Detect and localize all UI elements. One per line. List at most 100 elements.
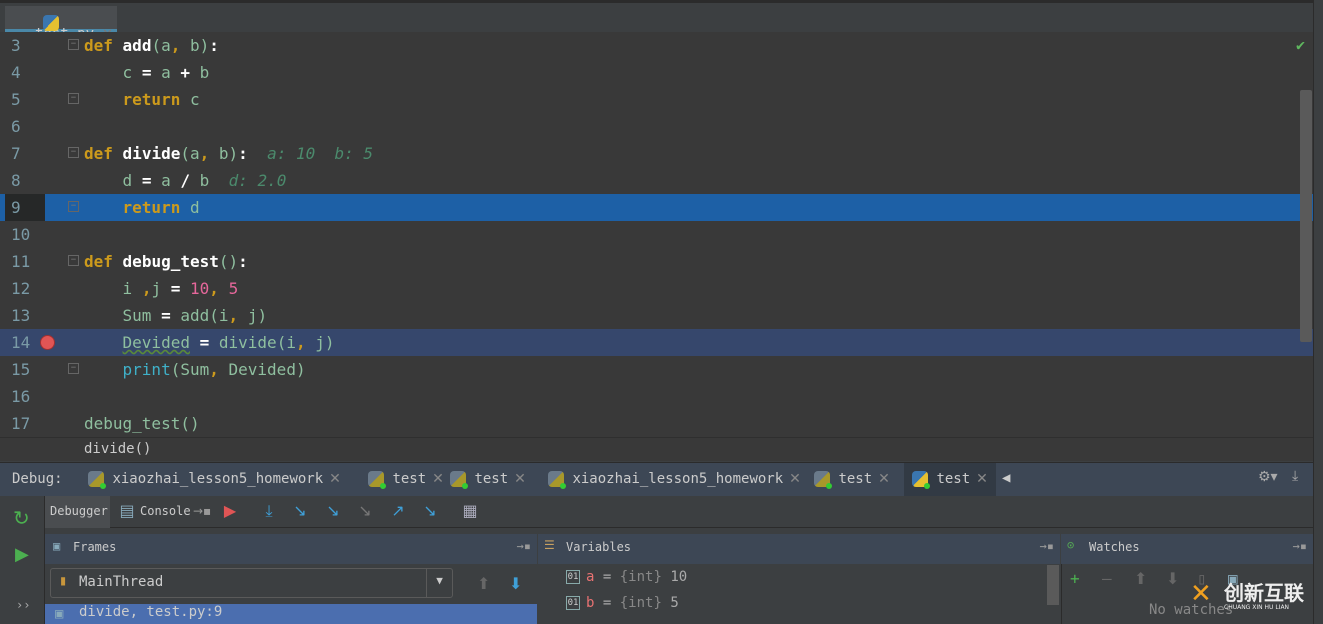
variable-item[interactable]: 01 a = {int} 10 (566, 569, 687, 585)
line-number[interactable]: 8 (5, 167, 45, 194)
debug-session-tab[interactable]: xiaozhai_lesson5_homework ✕ (80, 463, 349, 497)
debug-session-tab[interactable]: test ✕ (442, 463, 534, 497)
code-line[interactable]: 5 return c − (0, 86, 1313, 113)
pin-icon[interactable]: →▪ (517, 539, 531, 553)
code-text[interactable]: return c (84, 86, 200, 113)
debug-tab-bar: Debug: xiaozhai_lesson5_homework ✕ test ✕ … (0, 462, 1313, 497)
variables-title: Variables (566, 540, 632, 554)
line-number[interactable]: 17 (5, 410, 45, 437)
int-variable-icon: 01 (566, 570, 580, 584)
force-step-into-icon[interactable]: ↘ (356, 502, 374, 520)
line-number[interactable]: 11 (5, 248, 45, 275)
breakpoint-icon[interactable] (40, 335, 55, 350)
move-up-icon[interactable]: ⬆ (1134, 569, 1147, 588)
line-number[interactable]: 3 (5, 32, 45, 59)
tab-overflow-left-icon[interactable]: ◀ (1002, 470, 1010, 486)
thread-select[interactable]: ▮ MainThread ▼ (50, 568, 453, 598)
line-number[interactable]: 12 (5, 275, 45, 302)
inspection-ok-icon: ✔ (1296, 36, 1306, 54)
close-tab-icon[interactable]: ✕ (514, 471, 526, 487)
code-text[interactable]: i ,j = 10, 5 (84, 275, 239, 302)
code-text[interactable]: c = a + b (84, 59, 210, 86)
show-execution-point-icon[interactable]: ▶ (221, 502, 239, 520)
fold-marker-icon[interactable]: − (68, 93, 79, 104)
step-over-icon[interactable]: ⤓ (260, 502, 278, 520)
code-text[interactable]: def add(a, b): (84, 32, 219, 59)
variables-scrollbar[interactable] (1047, 565, 1059, 605)
pin-icon[interactable]: →▪ (193, 502, 211, 520)
code-line[interactable]: 16 (0, 383, 1313, 410)
line-number[interactable]: 13 (5, 302, 45, 329)
close-tab-icon[interactable]: ✕ (329, 471, 341, 487)
add-watch-icon[interactable]: + (1070, 569, 1080, 588)
code-line[interactable]: 15 print(Sum, Devided) − (0, 356, 1313, 383)
close-tab-icon[interactable]: ✕ (878, 471, 890, 487)
code-line[interactable]: 8 d = a / b d: 2.0 (0, 167, 1313, 194)
editor-scrollbar[interactable] (1300, 90, 1312, 342)
line-number[interactable]: 9 (5, 194, 45, 221)
file-tab-test-py[interactable]: test.py✕ (5, 6, 117, 42)
debug-session-tab[interactable]: test ✕ (360, 463, 452, 497)
pin-icon[interactable]: →▪ (1293, 539, 1307, 553)
resume-icon[interactable]: ▶ (15, 544, 29, 565)
frame-item[interactable]: ▣ divide, test.py:9 (45, 604, 537, 624)
next-frame-icon[interactable]: ⬇ (509, 574, 522, 593)
evaluate-expression-icon[interactable]: ▦ (461, 502, 479, 520)
step-into-my-code-icon[interactable]: ↘ (324, 502, 342, 520)
line-number[interactable]: 16 (5, 383, 45, 410)
code-line[interactable]: 7 def divide(a, b): a: 10 b: 5− (0, 140, 1313, 167)
fold-marker-icon[interactable]: − (68, 255, 79, 266)
line-number[interactable]: 14 (5, 329, 45, 356)
rerun-icon[interactable]: ↻ (13, 506, 30, 530)
debug-session-tab[interactable]: test ✕ (806, 463, 898, 497)
code-line[interactable]: 14 Devided = divide(i, j) (0, 329, 1313, 356)
code-text[interactable]: def divide(a, b): a: 10 b: 5 (84, 140, 373, 167)
code-line[interactable]: 13 Sum = add(i, j) (0, 302, 1313, 329)
debug-session-tab[interactable]: test ✕ (904, 463, 996, 497)
fold-marker-icon[interactable]: − (68, 39, 79, 50)
variable-item[interactable]: 01 b = {int} 5 (566, 595, 679, 611)
line-number[interactable]: 6 (5, 113, 45, 140)
run-to-cursor-icon[interactable]: ↘ (421, 502, 439, 520)
code-text[interactable]: def debug_test(): (84, 248, 248, 275)
code-line[interactable]: 6 (0, 113, 1313, 140)
code-line[interactable]: 3 def add(a, b): − (0, 32, 1313, 59)
code-text[interactable]: print(Sum, Devided) (84, 356, 306, 383)
fold-marker-icon[interactable]: − (68, 147, 79, 158)
close-tab-icon[interactable]: ✕ (789, 471, 801, 487)
gear-icon[interactable]: ⚙▾ (1258, 469, 1278, 485)
previous-frame-icon[interactable]: ⬆ (477, 574, 490, 593)
pin-icon[interactable]: →▪ (1040, 539, 1054, 553)
code-line[interactable]: 11 def debug_test(): − (0, 248, 1313, 275)
line-number[interactable]: 4 (5, 59, 45, 86)
code-line[interactable]: 17 debug_test() (0, 410, 1313, 437)
code-text[interactable]: d = a / b d: 2.0 (84, 167, 287, 194)
step-out-icon[interactable]: ↗ (389, 502, 407, 520)
code-line[interactable]: 12 i ,j = 10, 5 (0, 275, 1313, 302)
code-text[interactable]: Sum = add(i, j) (84, 302, 268, 329)
fold-marker-icon[interactable]: − (68, 363, 79, 374)
tab-console[interactable]: Console (140, 496, 191, 528)
hide-panel-icon[interactable]: ⤓ (1292, 468, 1298, 484)
step-into-icon[interactable]: ↘ (291, 502, 309, 520)
line-number[interactable]: 5 (5, 86, 45, 113)
line-number[interactable]: 15 (5, 356, 45, 383)
close-tab-icon[interactable]: ✕ (976, 471, 988, 487)
tab-debugger[interactable]: Debugger (45, 496, 110, 528)
code-line[interactable]: 4 c = a + b (0, 59, 1313, 86)
chevron-down-icon[interactable]: ▼ (426, 569, 452, 597)
code-line[interactable]: 9 return d − (0, 194, 1313, 221)
code-line[interactable]: 10 (0, 221, 1313, 248)
remove-watch-icon[interactable]: — (1102, 569, 1112, 588)
code-text[interactable]: debug_test() (84, 410, 200, 437)
code-text[interactable]: return d (84, 194, 200, 221)
move-down-icon[interactable]: ⬇ (1166, 569, 1179, 588)
more-icon[interactable]: ›› (16, 598, 30, 612)
breadcrumb[interactable]: divide() (0, 437, 1313, 461)
debug-session-tab[interactable]: xiaozhai_lesson5_homework ✕ (540, 463, 809, 497)
line-number[interactable]: 7 (5, 140, 45, 167)
code-text[interactable]: Devided = divide(i, j) (84, 329, 335, 356)
code-editor[interactable]: 3 def add(a, b): −4 c = a + b5 return c −6 7… (0, 32, 1313, 437)
line-number[interactable]: 10 (5, 221, 45, 248)
fold-marker-icon[interactable]: − (68, 201, 79, 212)
